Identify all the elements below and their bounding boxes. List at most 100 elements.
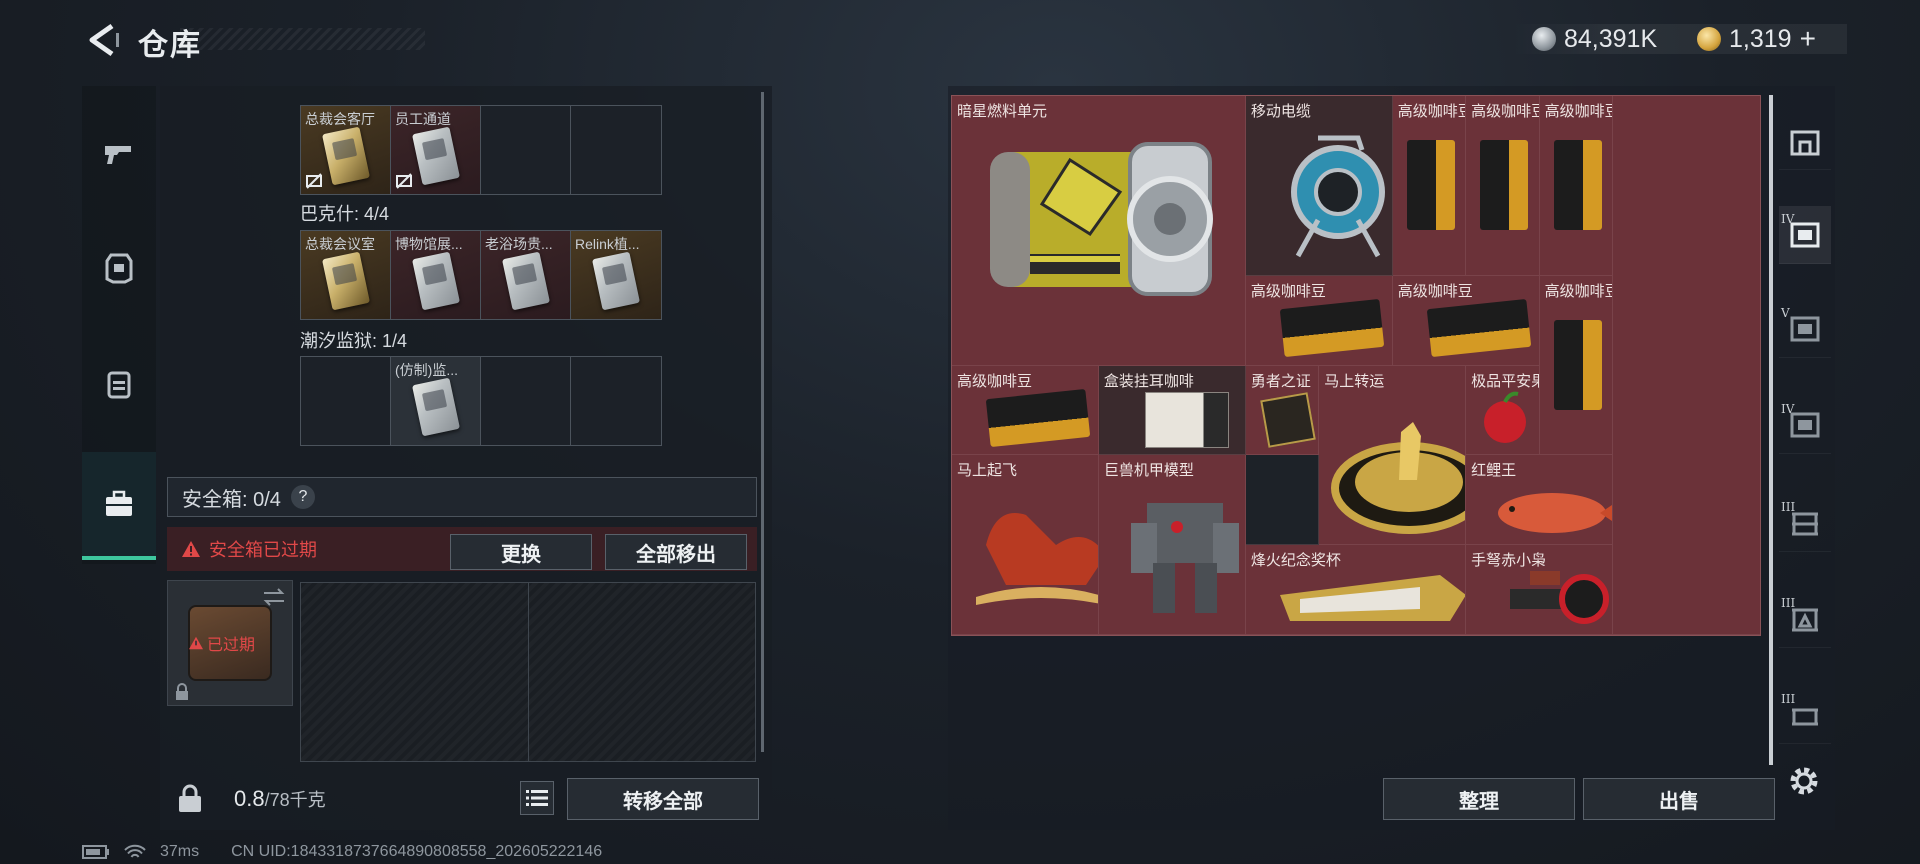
group-label-bakesh: 巴克什: 4/4 (300, 204, 390, 224)
item-premium-coffee[interactable]: 高级咖啡豆 (1245, 275, 1393, 366)
warning-icon (189, 636, 203, 650)
item-premium-coffee[interactable]: 高级咖啡豆 (1539, 275, 1614, 456)
battery-icon (82, 845, 109, 859)
container-slot-row: (仿制)监... (300, 356, 662, 446)
tab-storage-all[interactable] (1779, 112, 1831, 170)
transfer-all-button[interactable]: 转移全部 (567, 778, 759, 820)
expired-notice: 安全箱已过期 (209, 540, 317, 560)
sort-button[interactable]: 整理 (1383, 778, 1575, 820)
storage-shelf-icon (1790, 316, 1820, 341)
coffee-bag-image (985, 388, 1091, 447)
cable-reel-image (1290, 135, 1385, 258)
add-gold-button[interactable]: + (1800, 23, 1816, 55)
keycard-slot[interactable]: (仿制)监... (391, 357, 481, 445)
item-boxed-drip-coffee[interactable]: 盒装挂耳咖啡 (1098, 365, 1246, 456)
empty-slot[interactable] (571, 357, 661, 445)
tab-weapons[interactable] (82, 100, 156, 208)
list-icon (526, 790, 548, 806)
item-premium-coffee[interactable]: 高级咖啡豆 (952, 365, 1099, 456)
no-use-icon (306, 173, 322, 189)
coffee-bag-image (1553, 319, 1602, 410)
keycard-slot[interactable]: 员工通道 (391, 106, 481, 194)
item-premium-coffee[interactable]: 高级咖啡豆 (1466, 96, 1540, 276)
tab-storage-tier[interactable]: IV (1779, 206, 1831, 264)
swap-icon[interactable] (262, 587, 286, 607)
item-mobile-cable[interactable]: 移动电缆 (1245, 96, 1393, 276)
item-good-fortune[interactable]: 马上转运 (1319, 365, 1467, 546)
briefcase-icon (106, 490, 132, 516)
arrow-left-icon (89, 23, 119, 57)
item-red-carp-king[interactable]: 红鲤王 (1466, 455, 1614, 546)
safe-box-grid (300, 582, 756, 762)
silver-currency[interactable]: 84,391K (1532, 24, 1657, 54)
storage-scrollbar[interactable] (1769, 95, 1773, 765)
item-dark-star-fuel[interactable]: 暗星燃料单元 (952, 96, 1246, 366)
keycard-slot[interactable]: 总裁会议室 (301, 231, 391, 319)
empty-slot[interactable] (301, 357, 391, 445)
safe-case-slot[interactable]: 已过期 (167, 580, 293, 706)
tab-storage-tier[interactable]: III (1779, 686, 1831, 744)
carry-weight: 0.8/78千克 (234, 786, 326, 811)
storage-grid: 暗星燃料单元 移动电缆 高级咖啡豆 高级咖啡豆 高级咖啡豆 高级咖啡豆 高级咖啡… (951, 95, 1761, 636)
item-premium-coffee[interactable]: 高级咖啡豆 (1392, 275, 1540, 366)
pistol-icon (105, 146, 131, 164)
item-hero-proof[interactable]: 勇者之证 (1245, 365, 1320, 456)
tab-backpack[interactable] (82, 330, 156, 438)
coffee-bag-image (1426, 298, 1531, 357)
mech-model-image (1130, 503, 1239, 614)
item-beacon-trophy[interactable]: 烽火纪念奖杯 (1245, 545, 1467, 635)
help-icon[interactable]: ? (290, 485, 315, 509)
tab-storage-tier[interactable]: III (1779, 494, 1831, 552)
gold-currency[interactable]: 1,319 + (1697, 23, 1816, 55)
keycard-slot[interactable]: 总裁会客厅 (301, 106, 391, 194)
keycard-slot[interactable]: 老浴场贵... (481, 231, 571, 319)
fuel-canister-image (990, 142, 1213, 296)
wifi-icon (124, 844, 146, 858)
coffee-bag-image (1406, 140, 1455, 230)
keycard-icon (592, 251, 640, 311)
storage-empty-region (1613, 96, 1760, 635)
keycard-icon (412, 251, 460, 311)
tab-storage-tier[interactable]: IV (1779, 396, 1831, 454)
backpack-icon (107, 371, 131, 399)
safe-box-bar: 安全箱: 0/4 ? (167, 477, 757, 517)
list-view-button[interactable] (520, 781, 554, 815)
locked-slot (301, 583, 529, 761)
replace-button[interactable]: 更换 (450, 534, 592, 570)
back-button[interactable] (82, 20, 126, 60)
item-premium-apple[interactable]: 极品平安果 (1466, 365, 1540, 456)
keycard-icon (412, 377, 460, 437)
container-scrollbar[interactable] (761, 92, 764, 752)
gear-icon[interactable] (1786, 763, 1822, 799)
coffee-bag-image (1480, 140, 1529, 230)
weight-lock-icon (165, 774, 215, 824)
item-premium-coffee[interactable]: 高级咖啡豆 (1539, 96, 1614, 276)
empty-slot[interactable] (481, 106, 571, 194)
container-slot-row: 总裁会议室 博物馆展... 老浴场贵... Relink植... (300, 230, 662, 320)
warning-icon (182, 541, 200, 557)
sell-button[interactable]: 出售 (1583, 778, 1775, 820)
keycard-slot[interactable]: Relink植... (571, 231, 661, 319)
empty-slot[interactable] (481, 357, 571, 445)
page-title: 仓库 (138, 29, 202, 62)
silver-amount: 84,391K (1564, 24, 1658, 53)
item-premium-coffee[interactable]: 高级咖啡豆 (1392, 96, 1467, 276)
tab-armor[interactable] (82, 214, 156, 322)
coffee-bag-image (1279, 298, 1385, 357)
empty-slot[interactable] (571, 106, 661, 194)
keycard-slot[interactable]: 博物馆展... (391, 231, 481, 319)
expired-badge: 已过期 (188, 631, 255, 655)
tab-storage-tier[interactable]: III (1779, 590, 1831, 648)
remove-all-button[interactable]: 全部移出 (605, 534, 747, 570)
crossbow-image (1510, 571, 1610, 625)
title-decoration (180, 28, 425, 50)
red-carp-image (1498, 493, 1613, 534)
item-beast-mech-model[interactable]: 巨兽机甲模型 (1098, 455, 1246, 635)
no-use-icon (396, 173, 412, 189)
tab-containers[interactable] (82, 452, 156, 560)
item-horse-takeoff[interactable]: 马上起飞 (952, 455, 1099, 635)
silver-coin-icon (1532, 27, 1556, 51)
tab-storage-tier[interactable]: V (1779, 300, 1831, 358)
item-crossbow-owl[interactable]: 手弩赤小枭 (1466, 545, 1614, 635)
coffee-bag-image (1553, 140, 1602, 230)
